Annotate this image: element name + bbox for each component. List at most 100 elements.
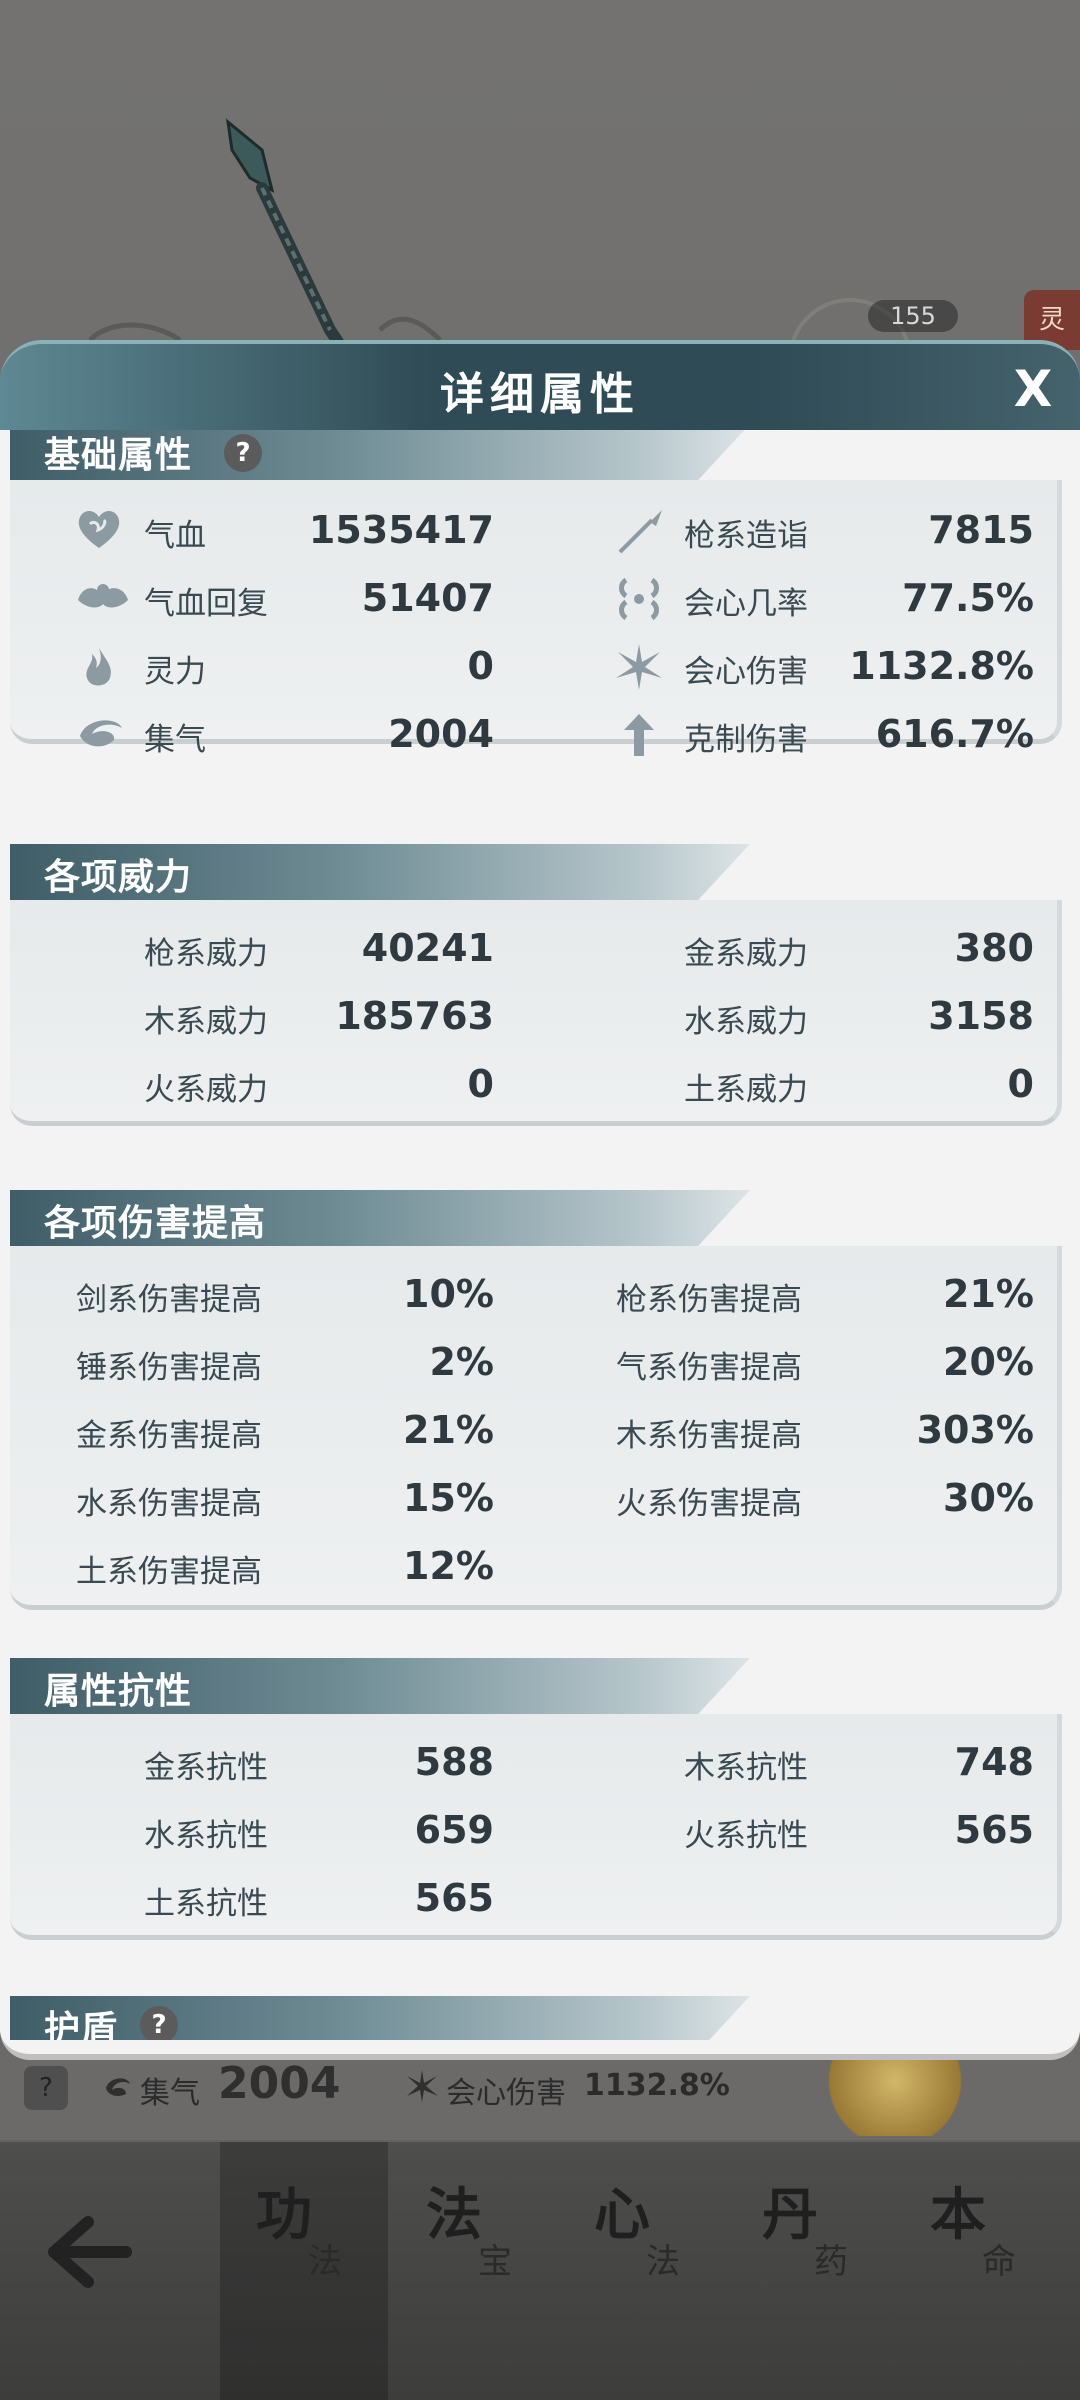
stat-label: 木系威力 [144, 1004, 268, 1040]
stat-value: 21% [943, 1272, 1034, 1316]
stat-value: 51407 [361, 576, 494, 620]
stat-row: 土系伤害提高 12% [76, 1542, 494, 1592]
strip-item2-label: 会心伤害 [446, 2076, 566, 2111]
section-header: 各项威力 [10, 844, 750, 900]
help-icon[interactable]: ? [140, 2006, 178, 2040]
nav-tab-small-char: 法 [308, 2242, 342, 2282]
dialog-header: 详细属性 X [0, 340, 1080, 430]
stat-label: 水系威力 [684, 1004, 808, 1040]
stat-value: 3158 [928, 994, 1034, 1038]
stat-value: 30% [943, 1476, 1034, 1520]
nav-tab-benming[interactable]: 本 命 [894, 2142, 1062, 2400]
stat-label: 集气 [144, 722, 206, 758]
back-arrow-icon[interactable] [40, 2192, 140, 2312]
nav-tab-danyao[interactable]: 丹 药 [726, 2142, 894, 2400]
stat-value: 7815 [928, 508, 1034, 552]
stat-label: 克制伤害 [684, 722, 808, 758]
heart-regen-icon [74, 574, 134, 624]
stat-label: 剑系伤害提高 [76, 1282, 262, 1318]
stat-row: 金系伤害提高 21% [76, 1406, 494, 1456]
stat-row: 集气 2004 [74, 710, 494, 760]
stat-value: 12% [403, 1544, 494, 1588]
strip-help-icon[interactable]: ? [24, 2066, 68, 2110]
stat-label: 木系抗性 [684, 1750, 808, 1786]
counter-arrow-icon [614, 710, 674, 760]
stat-row: 水系抗性 659 [144, 1806, 494, 1856]
stat-value: 20% [943, 1340, 1034, 1384]
swirl-icon [74, 710, 134, 760]
stat-label: 水系伤害提高 [76, 1486, 262, 1522]
nav-tab-small-char: 药 [814, 2242, 848, 2282]
strip-swirl-icon [100, 2068, 136, 2112]
stat-label: 土系抗性 [144, 1886, 268, 1922]
stat-row: 木系威力 185763 [144, 992, 494, 1042]
stat-label: 枪系威力 [144, 936, 268, 972]
heart-icon [74, 506, 134, 556]
stat-label: 火系威力 [144, 1072, 268, 1108]
level-badge: 155 [868, 300, 958, 332]
stat-row: 枪系伤害提高 21% [616, 1270, 1034, 1320]
close-button[interactable]: X [1004, 360, 1062, 418]
stat-label: 金系抗性 [144, 1750, 268, 1786]
stat-value: 77.5% [902, 576, 1034, 620]
stat-label: 枪系造诣 [684, 518, 808, 554]
section-header-band [10, 1996, 750, 2040]
stat-row: 土系威力 0 [684, 1060, 1034, 1110]
nav-tab-big-char: 心 [594, 2183, 650, 2248]
stat-row: 会心几率 77.5% [614, 574, 1034, 624]
nav-tab-small-char: 宝 [478, 2242, 512, 2282]
strip-item1-label: 集气 [140, 2076, 200, 2111]
section-header: 各项伤害提高 [10, 1190, 750, 1246]
stat-row: 木系抗性 748 [684, 1738, 1034, 1788]
nav-tab-xinfa[interactable]: 心 法 [558, 2142, 726, 2400]
stat-label: 会心伤害 [684, 654, 808, 690]
attributes-scroll-area[interactable]: 基础属性 ? 气血 1535417 气血回复 51407 灵力 0 集气 200… [0, 430, 1080, 2040]
stat-value: 1535417 [308, 508, 494, 552]
section-card: 枪系威力 40241 木系威力 185763 火系威力 0 金系威力 380 水… [10, 900, 1062, 1126]
stat-label: 水系抗性 [144, 1818, 268, 1854]
stat-row: 水系威力 3158 [684, 992, 1034, 1042]
stat-row: 金系威力 380 [684, 924, 1034, 974]
section-header: 基础属性 ? [10, 430, 750, 480]
stat-label: 锤系伤害提高 [76, 1350, 262, 1386]
section-title: 属性抗性 [44, 1671, 193, 1712]
stat-label: 灵力 [144, 654, 206, 690]
section-title: 护盾 [44, 2009, 119, 2040]
stat-value: 303% [916, 1408, 1034, 1452]
section-title: 各项威力 [44, 857, 193, 898]
stat-row: 火系威力 0 [144, 1060, 494, 1110]
stat-label: 木系伤害提高 [616, 1418, 802, 1454]
stat-row: 木系伤害提高 303% [616, 1406, 1034, 1456]
crit-damage-icon [614, 642, 674, 692]
stat-row: 火系伤害提高 30% [616, 1474, 1034, 1524]
nav-tab-fabao[interactable]: 法 宝 [390, 2142, 558, 2400]
stat-value: 0 [467, 1062, 494, 1106]
stat-row: 克制伤害 616.7% [614, 710, 1034, 760]
stat-label: 气血回复 [144, 586, 268, 622]
nav-tab-gongfa[interactable]: 功 法 [220, 2142, 388, 2400]
strip-burst-icon [404, 2068, 440, 2112]
stat-row: 土系抗性 565 [144, 1874, 494, 1924]
stat-label: 会心几率 [684, 586, 808, 622]
nav-tab-big-char: 丹 [762, 2183, 818, 2248]
stat-value: 185763 [335, 994, 494, 1038]
stat-row: 气血 1535417 [74, 506, 494, 556]
stat-value: 15% [403, 1476, 494, 1520]
stat-value: 659 [414, 1808, 494, 1852]
stat-value: 40241 [361, 926, 494, 970]
dialog-title: 详细属性 [440, 369, 640, 420]
stat-label: 土系威力 [684, 1072, 808, 1108]
stat-label: 火系伤害提高 [616, 1486, 802, 1522]
stat-value: 0 [1007, 1062, 1034, 1106]
section-title: 基础属性 [44, 435, 193, 476]
section-header: 护盾 ? [10, 1996, 750, 2040]
stat-value: 588 [414, 1740, 494, 1784]
help-icon[interactable]: ? [224, 434, 262, 472]
stat-value: 565 [414, 1876, 494, 1920]
section-title: 各项伤害提高 [44, 1203, 267, 1244]
stat-value: 2% [429, 1340, 494, 1384]
nav-tab-big-char: 本 [930, 2183, 986, 2248]
nav-tab-big-char: 法 [426, 2183, 482, 2248]
dialog-body: 基础属性 ? 气血 1535417 气血回复 51407 灵力 0 集气 200… [0, 430, 1080, 2060]
stat-label: 火系抗性 [684, 1818, 808, 1854]
